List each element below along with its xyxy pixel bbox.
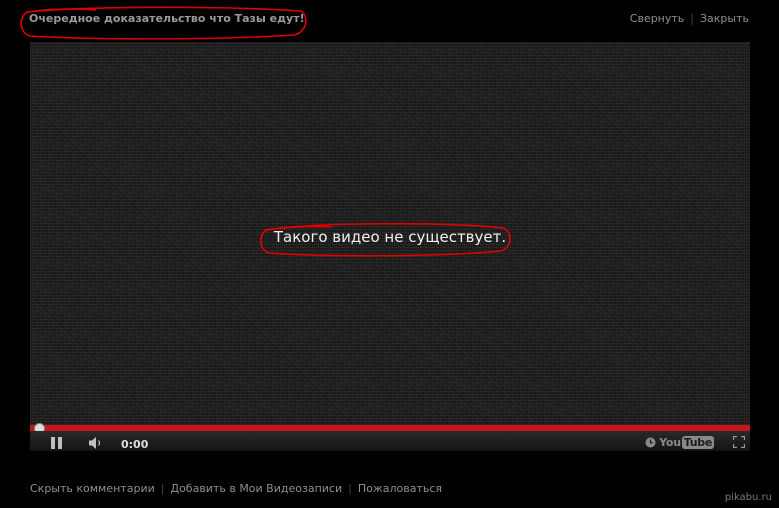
fullscreen-icon[interactable] bbox=[733, 436, 745, 448]
watermark: pikabu.ru bbox=[724, 492, 772, 503]
video-player-screen[interactable]: Такого видео не существует. bbox=[30, 42, 750, 425]
report-link[interactable]: Пожаловаться bbox=[358, 482, 442, 495]
youtube-logo[interactable]: You Tube bbox=[659, 436, 714, 449]
youtube-logo-you: You bbox=[659, 436, 681, 449]
volume-icon[interactable] bbox=[88, 436, 104, 450]
hide-comments-link[interactable]: Скрыть комментарии bbox=[30, 482, 155, 495]
player-controls: 0:00 You Tube bbox=[30, 431, 750, 451]
close-link[interactable]: Закрыть bbox=[700, 12, 749, 25]
divider: | bbox=[690, 12, 694, 25]
current-time: 0:00 bbox=[121, 438, 149, 451]
window-actions: Свернуть | Закрыть bbox=[630, 12, 749, 25]
bottom-links: Скрыть комментарии | Добавить в Мои Видеоз… bbox=[30, 482, 442, 495]
divider: | bbox=[348, 482, 352, 495]
clock-icon[interactable] bbox=[645, 437, 656, 448]
youtube-logo-tube: Tube bbox=[681, 436, 714, 449]
minimize-link[interactable]: Свернуть bbox=[630, 12, 685, 25]
add-to-my-videos-link[interactable]: Добавить в Мои Видеозаписи bbox=[170, 482, 342, 495]
window-title: Очередное доказательство что Тазы едут! bbox=[29, 12, 305, 25]
video-error-message: Такого видео не существует. bbox=[273, 228, 507, 246]
divider: | bbox=[160, 482, 165, 495]
pause-icon[interactable] bbox=[51, 437, 63, 449]
